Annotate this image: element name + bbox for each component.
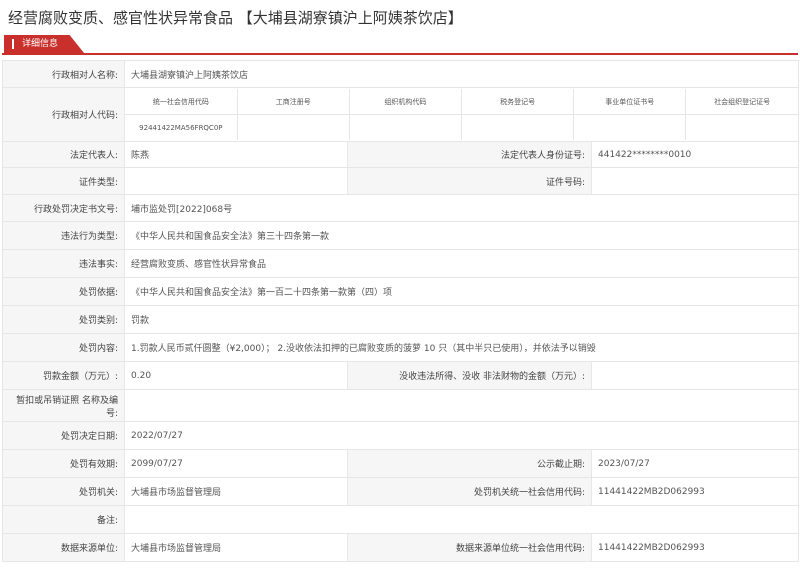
table-row: 处罚依据: 《中华人民共和国食品安全法》第一百二十四条第一款第（四）项 <box>2 277 800 306</box>
violation-type-value: 《中华人民共和国食品安全法》第三十四条第一款 <box>123 221 800 250</box>
facts-label: 违法事实: <box>2 249 125 278</box>
facts-value: 经营腐败变质、感官性状异常食品 <box>123 249 800 278</box>
cert-type-value <box>124 167 348 195</box>
table-row: 罚款金额（万元）: 0.20 没收违法所得、没收 非法财物的金额（万元）: <box>2 361 800 390</box>
cert-no-value <box>590 167 800 195</box>
code-header: 社会组织登记证号 <box>685 89 798 115</box>
valid-label: 处罚有效期: <box>2 449 125 478</box>
table-row: 处罚决定日期: 2022/07/27 <box>2 421 800 450</box>
legal-rep-value: 陈燕 <box>124 141 348 168</box>
table-row: 证件类型: 证件号码: <box>2 167 800 195</box>
code-value: 92441422MA56FRQC0P <box>125 114 238 140</box>
table-row: 暂扣或吊销证照 名称及编号: <box>2 389 800 422</box>
valid-value: 2099/07/27 <box>124 449 348 478</box>
tab-marker-icon <box>12 39 14 49</box>
code-label: 行政相对人代码: <box>2 87 125 142</box>
content-label: 处罚内容: <box>2 333 125 362</box>
table-row: 处罚机关: 大埔县市场监督管理局 处罚机关统一社会信用代码: 11441422M… <box>2 477 800 506</box>
license-value <box>123 389 800 422</box>
category-label: 处罚类别: <box>2 305 125 334</box>
amount-value: 0.20 <box>124 361 348 390</box>
page-title: 经营腐败变质、感官性状异常食品 【大埔县湖寮镇沪上阿姨茶饮店】 <box>8 9 463 27</box>
table-row: 处罚类别: 罚款 <box>2 305 800 334</box>
legal-rep-id-value: 441422********0010 <box>590 141 800 168</box>
code-header: 统一社会信用代码 <box>152 97 209 106</box>
violation-type-label: 违法行为类型: <box>2 221 125 250</box>
legal-rep-label: 法定代表人: <box>2 141 125 168</box>
source-label: 数据来源单位: <box>2 533 125 562</box>
table-row: 违法行为类型: 《中华人民共和国食品安全法》第三十四条第一款 <box>2 221 800 250</box>
confiscation-label: 没收违法所得、没收 非法财物的金额（万元）: <box>347 361 592 390</box>
authority-value: 大埔县市场监督管理局 <box>124 477 348 506</box>
code-subtable: 统一社会信用代码 工商注册号 组织机构代码 税务登记号 事业单位证书号 社会组织… <box>125 89 798 140</box>
code-header: 税务登记号 <box>461 89 574 115</box>
name-value: 大埔县湖寮镇沪上阿姨茶饮店 <box>123 60 800 88</box>
table-row: 行政相对人代码: 统一社会信用代码 工商注册号 组织机构代码 税务登记号 事业单… <box>2 87 800 142</box>
publicity-end-label: 公示截止期: <box>347 449 592 478</box>
table-row: 行政相对人名称: 大埔县湖寮镇沪上阿姨茶饮店 <box>2 60 800 88</box>
code-value <box>573 114 686 140</box>
license-label: 暂扣或吊销证照 名称及编号: <box>2 389 125 422</box>
code-header-row: 统一社会信用代码 工商注册号 组织机构代码 税务登记号 事业单位证书号 社会组织… <box>126 89 798 115</box>
name-label: 行政相对人名称: <box>2 60 125 88</box>
doc-no-label: 行政处罚决定书文号: <box>2 194 125 222</box>
code-value <box>348 114 462 140</box>
publicity-end-value: 2023/07/27 <box>590 449 800 478</box>
doc-no-value: 埔市监处罚[2022]068号 <box>123 194 800 222</box>
content-value: 1.罚款人民币贰仟圆整（¥2,000）； 2.没收依法扣押的已腐败变质的菠萝 1… <box>123 333 800 362</box>
code-header: 组织机构代码 <box>348 89 462 115</box>
tab-bar: 详细信息 <box>2 35 798 55</box>
tab-details[interactable]: 详细信息 <box>4 35 84 53</box>
code-value <box>685 114 798 140</box>
table-row: 行政处罚决定书文号: 埔市监处罚[2022]068号 <box>2 194 800 222</box>
table-row: 备注: <box>2 505 800 534</box>
table-row: 违法事实: 经营腐败变质、感官性状异常食品 <box>2 249 800 278</box>
legal-rep-id-label: 法定代表人身份证号: <box>347 141 592 168</box>
tab-details-label: 详细信息 <box>22 39 59 49</box>
cert-no-label: 证件号码: <box>347 167 592 195</box>
confiscation-value <box>590 361 800 390</box>
decision-date-value: 2022/07/27 <box>123 421 800 450</box>
source-code-value: 11441422MB2D062993 <box>590 533 800 562</box>
decision-date-label: 处罚决定日期: <box>2 421 125 450</box>
basis-label: 处罚依据: <box>2 277 125 306</box>
table-row: 处罚有效期: 2099/07/27 公示截止期: 2023/07/27 <box>2 449 800 478</box>
amount-label: 罚款金额（万元）: <box>2 361 125 390</box>
source-value: 大埔县市场监督管理局 <box>124 533 348 562</box>
table-row: 法定代表人: 陈燕 法定代表人身份证号: 441422********0010 <box>2 141 800 168</box>
code-header: 工商注册号 <box>236 89 350 115</box>
basis-value: 《中华人民共和国食品安全法》第一百二十四条第一款第（四）项 <box>123 277 800 306</box>
code-value <box>461 114 574 140</box>
code-value <box>236 114 350 140</box>
remark-value <box>123 505 800 534</box>
detail-table: 行政相对人名称: 大埔县湖寮镇沪上阿姨茶饮店 行政相对人代码: 统一社会信用代码… <box>2 60 800 562</box>
authority-label: 处罚机关: <box>2 477 125 506</box>
remark-label: 备注: <box>2 505 125 534</box>
code-value-row: 92441422MA56FRQC0P <box>125 114 798 140</box>
cert-type-label: 证件类型: <box>2 167 125 195</box>
table-row: 处罚内容: 1.罚款人民币贰仟圆整（¥2,000）； 2.没收依法扣押的已腐败变… <box>2 333 800 362</box>
table-row: 数据来源单位: 大埔县市场监督管理局 数据来源单位统一社会信用代码: 11441… <box>2 533 800 562</box>
authority-code-value: 11441422MB2D062993 <box>590 477 800 506</box>
source-code-label: 数据来源单位统一社会信用代码: <box>347 533 592 562</box>
code-header: 事业单位证书号 <box>573 89 686 115</box>
category-value: 罚款 <box>123 305 800 334</box>
code-grid: 统一社会信用代码 工商注册号 组织机构代码 税务登记号 事业单位证书号 社会组织… <box>123 87 800 142</box>
authority-code-label: 处罚机关统一社会信用代码: <box>347 477 592 506</box>
